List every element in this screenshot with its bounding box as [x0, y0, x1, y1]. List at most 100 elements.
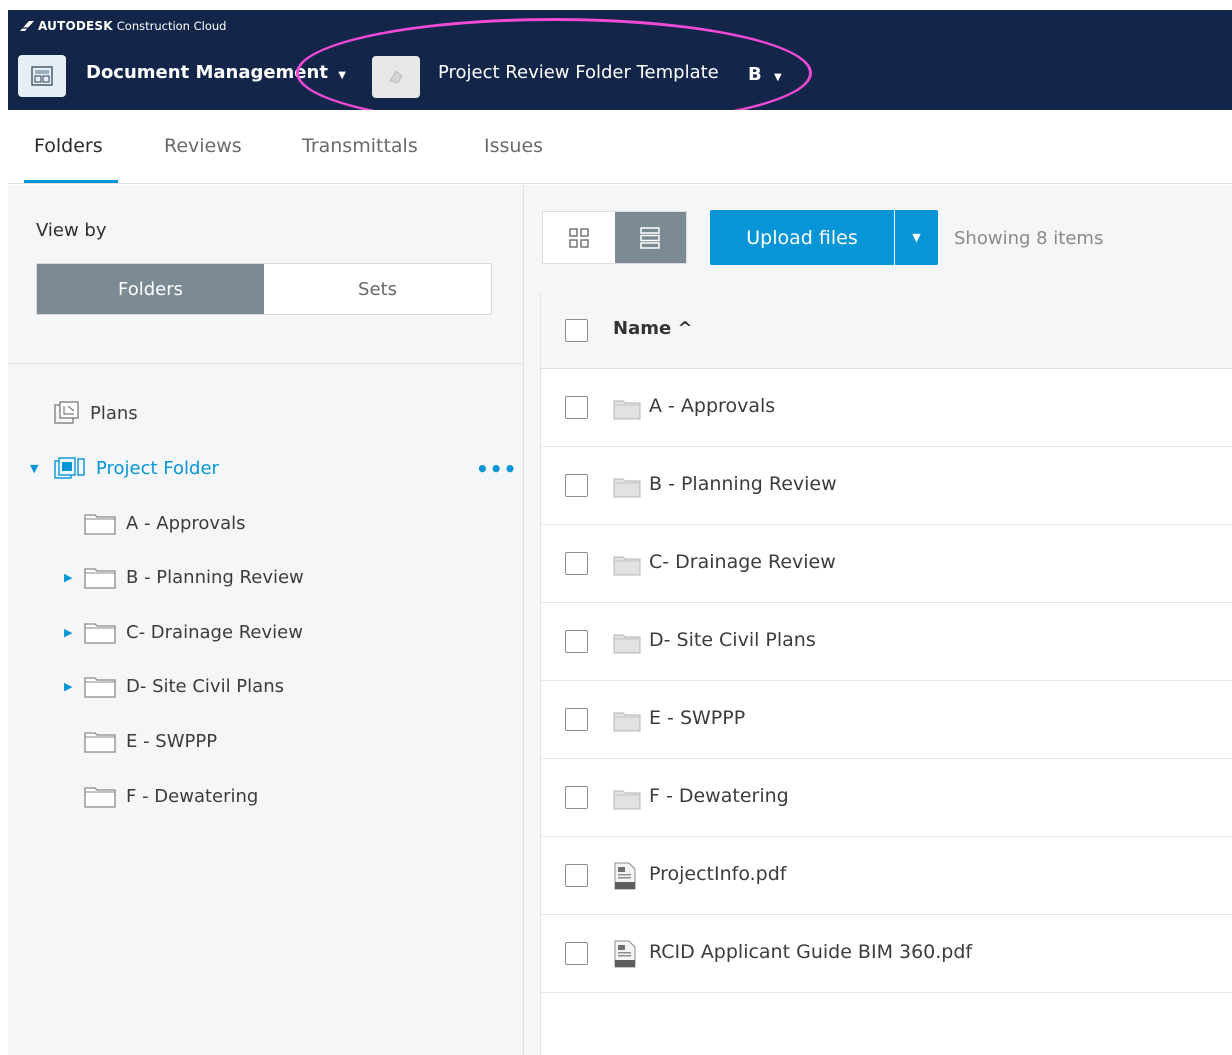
folder-icon: [613, 556, 641, 576]
folder-icon: [84, 732, 116, 753]
tree-item-label: D- Site Civil Plans: [126, 675, 284, 697]
row-checkbox[interactable]: [565, 396, 588, 419]
tree-item-c-drainage-review[interactable]: C- Drainage Review: [84, 620, 303, 644]
row-checkbox[interactable]: [565, 474, 588, 497]
folder-icon: [613, 400, 641, 420]
grid-view-button[interactable]: [543, 212, 615, 263]
tree-item-e-swppp[interactable]: E - SWPPP: [84, 729, 217, 753]
table-row[interactable]: E - SWPPP: [541, 681, 1232, 759]
tree-item-label: C- Drainage Review: [126, 621, 303, 643]
upload-files-button[interactable]: Upload files: [710, 210, 894, 265]
list-view-button[interactable]: [614, 212, 686, 263]
tree-item-label: Plans: [90, 402, 138, 424]
table-row[interactable]: C- Drainage Review: [541, 525, 1232, 603]
project-folder-icon: [54, 457, 85, 479]
item-count: Showing 8 items: [954, 228, 1104, 249]
list-icon: [640, 226, 660, 249]
file-table: Name ^ A - Approvals B - Planning Review…: [540, 291, 1232, 1055]
tree-item-d-site-civil-plans[interactable]: D- Site Civil Plans: [84, 674, 284, 698]
tree-item-plans[interactable]: Plans: [54, 401, 138, 425]
top-bar: AUTODESK Construction Cloud Document Man…: [8, 10, 1232, 110]
table-row[interactable]: A - Approvals: [541, 369, 1232, 447]
row-checkbox[interactable]: [565, 552, 588, 575]
active-tab-indicator: [24, 180, 118, 183]
content-panel: Upload files ▼ Showing 8 items Name ^ A …: [524, 185, 1232, 1055]
tree-item-label: E - SWPPP: [126, 730, 218, 752]
row-checkbox[interactable]: [565, 630, 588, 653]
tree-item-label: Project Folder: [96, 457, 219, 479]
folder-icon: [613, 634, 641, 654]
row-name[interactable]: D- Site Civil Plans: [649, 629, 816, 651]
tree-item-label: A - Approvals: [126, 512, 246, 534]
project-letter-badge[interactable]: B ▼: [748, 64, 782, 85]
folder-icon: [613, 712, 641, 732]
row-name[interactable]: E - SWPPP: [649, 707, 745, 729]
caret-down-icon[interactable]: ▼: [30, 462, 38, 475]
tree-item-project-folder[interactable]: Project Folder: [54, 456, 219, 480]
view-mode-toggle: [542, 211, 687, 264]
brand-product: Construction Cloud: [116, 19, 227, 33]
brand-name: AUTODESK: [38, 19, 113, 33]
tree-item-label: B - Planning Review: [126, 566, 304, 588]
tree-item-f-dewatering[interactable]: F - Dewatering: [84, 784, 258, 808]
row-name[interactable]: ProjectInfo.pdf: [649, 863, 786, 885]
row-checkbox[interactable]: [565, 942, 588, 965]
view-by-toggle: Folders Sets: [36, 263, 492, 315]
tab-folders[interactable]: Folders: [34, 135, 103, 157]
project-thumbnail-icon[interactable]: [372, 56, 420, 98]
chevron-down-icon: ▼: [774, 72, 782, 83]
folder-icon: [84, 514, 116, 535]
row-checkbox[interactable]: [565, 708, 588, 731]
autodesk-brand: AUTODESK Construction Cloud: [20, 19, 226, 33]
table-header: Name ^: [541, 291, 1232, 369]
more-options-icon[interactable]: •••: [476, 457, 517, 481]
project-name: Project Review Folder Template: [438, 62, 719, 83]
folder-icon: [84, 623, 116, 644]
module-selector[interactable]: Document Management ▼: [86, 62, 346, 83]
upload-options-button[interactable]: ▼: [895, 210, 938, 265]
table-row[interactable]: F - Dewatering: [541, 759, 1232, 837]
tab-bar: Folders Reviews Transmittals Issues: [8, 110, 1232, 184]
row-name[interactable]: B - Planning Review: [649, 473, 837, 495]
toggle-folders[interactable]: Folders: [37, 264, 264, 314]
pdf-file-icon: [614, 862, 636, 890]
caret-right-icon[interactable]: ▶: [64, 626, 72, 639]
row-name[interactable]: RCID Applicant Guide BIM 360.pdf: [649, 941, 972, 963]
upload-files-split-button: Upload files ▼: [710, 210, 938, 265]
chevron-down-icon: ▼: [338, 70, 346, 81]
tree-item-label: F - Dewatering: [126, 785, 259, 807]
folder-sidebar: View by Folders Sets Plans ▼ Project Fol…: [8, 185, 524, 1055]
table-row[interactable]: B - Planning Review: [541, 447, 1232, 525]
name-column-header[interactable]: Name ^: [613, 318, 693, 339]
table-row[interactable]: ProjectInfo.pdf: [541, 837, 1232, 915]
project-selector[interactable]: Project Review Folder Template: [438, 62, 719, 83]
toggle-sets[interactable]: Sets: [264, 264, 491, 314]
tree-item-b-planning-review[interactable]: B - Planning Review: [84, 565, 304, 589]
table-row[interactable]: RCID Applicant Guide BIM 360.pdf: [541, 915, 1232, 993]
caret-right-icon[interactable]: ▶: [64, 680, 72, 693]
caret-right-icon[interactable]: ▶: [64, 571, 72, 584]
folder-icon: [613, 790, 641, 810]
tab-transmittals[interactable]: Transmittals: [302, 135, 418, 157]
row-checkbox[interactable]: [565, 864, 588, 887]
grid-icon: [569, 227, 589, 248]
folder-icon: [613, 478, 641, 498]
table-row[interactable]: D- Site Civil Plans: [541, 603, 1232, 681]
row-name[interactable]: A - Approvals: [649, 395, 775, 417]
folder-icon: [84, 787, 116, 808]
row-name[interactable]: C- Drainage Review: [649, 551, 836, 573]
document-management-icon[interactable]: [18, 55, 66, 97]
row-checkbox[interactable]: [565, 786, 588, 809]
divider: [8, 363, 524, 364]
pdf-file-icon: [614, 940, 636, 968]
plans-icon: [54, 401, 79, 424]
row-name[interactable]: F - Dewatering: [649, 785, 789, 807]
tree-item-a-approvals[interactable]: A - Approvals: [84, 511, 246, 535]
tab-issues[interactable]: Issues: [484, 135, 543, 157]
view-by-label: View by: [36, 220, 107, 241]
chevron-down-icon: ▼: [912, 231, 921, 244]
folder-icon: [84, 677, 116, 698]
folder-icon: [84, 568, 116, 589]
tab-reviews[interactable]: Reviews: [164, 135, 242, 157]
select-all-checkbox[interactable]: [565, 319, 588, 342]
